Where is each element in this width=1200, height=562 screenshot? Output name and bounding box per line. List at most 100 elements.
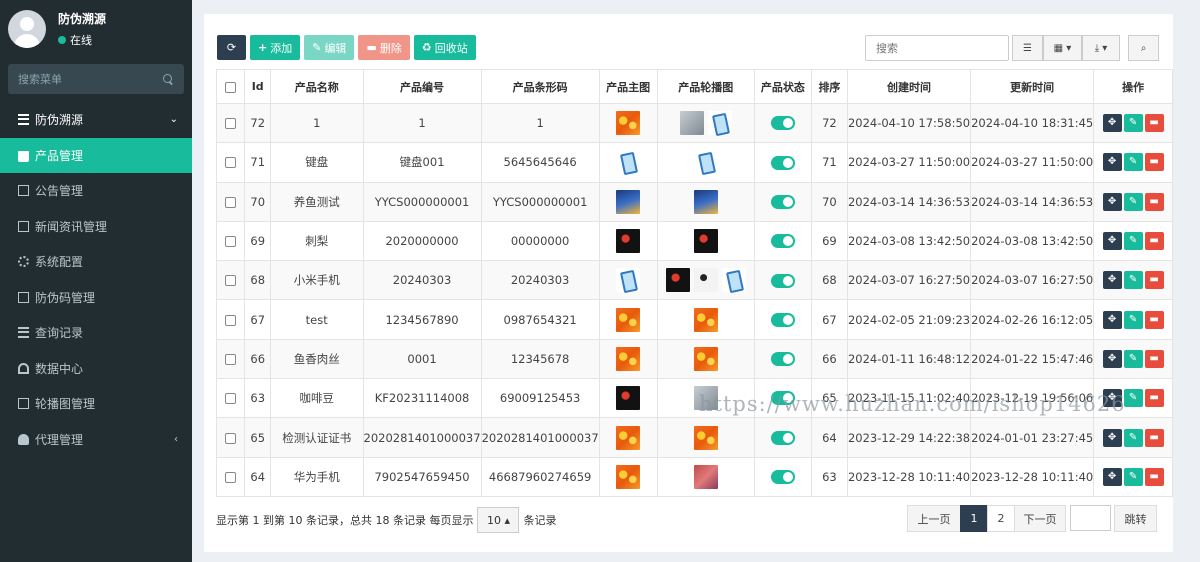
drag-button[interactable]: ✥	[1102, 467, 1122, 486]
row-edit-button[interactable]: ✎	[1123, 114, 1143, 133]
column-header[interactable]: 产品条形码	[480, 69, 600, 104]
add-button[interactable]: + 添加	[250, 35, 301, 60]
table-row[interactable]: 67 test 1234567890 0987654321 67 2024-02-05 2…	[215, 299, 1173, 340]
main-image-thumbnail[interactable]	[616, 150, 641, 175]
sidebar-search-input[interactable]: 搜索菜单	[8, 64, 184, 94]
table-row[interactable]: 66 鱼香肉丝 0001 12345678 66 2024-01-11 16:48:12 2…	[215, 338, 1173, 380]
carousel-thumbnail[interactable]	[693, 425, 718, 450]
avatar[interactable]	[8, 10, 46, 48]
main-image-thumbnail[interactable]	[616, 268, 641, 293]
sidebar-item-system-config[interactable]: 系统配置	[0, 244, 192, 280]
sidebar-item-products[interactable]: 产品管理	[0, 137, 192, 173]
sidebar-item-carousel[interactable]: 轮播图管理	[0, 386, 192, 422]
sidebar-item-anti-counterfeit[interactable]: 防伪溯源 ⌄	[0, 102, 192, 138]
sidebar-item-notices[interactable]: 公告管理	[0, 173, 192, 209]
status-toggle[interactable]	[770, 155, 795, 170]
table-row[interactable]: 64 华为手机 7902547659450 46687960274659 63 2023-…	[215, 456, 1173, 497]
table-row[interactable]: 65 检测认证证书 2020281401000037 2020281401000037…	[215, 417, 1173, 458]
search-icon[interactable]	[163, 73, 174, 85]
status-toggle[interactable]	[770, 234, 795, 249]
row-delete-button[interactable]: ▬	[1144, 310, 1164, 329]
main-image-thumbnail[interactable]	[616, 189, 641, 214]
row-checkbox[interactable]	[225, 393, 237, 405]
drag-button[interactable]: ✥	[1102, 114, 1122, 133]
jump-page-input[interactable]	[1070, 505, 1111, 531]
row-checkbox[interactable]	[225, 118, 237, 130]
row-checkbox[interactable]	[225, 471, 237, 483]
drag-button[interactable]: ✥	[1102, 389, 1122, 408]
drag-button[interactable]: ✥	[1102, 153, 1122, 172]
row-checkbox[interactable]	[225, 275, 237, 287]
row-edit-button[interactable]: ✎	[1123, 192, 1143, 211]
row-delete-button[interactable]: ▬	[1144, 428, 1164, 447]
main-image-thumbnail[interactable]	[616, 464, 641, 489]
main-image-thumbnail[interactable]	[616, 425, 641, 450]
row-checkbox[interactable]	[225, 236, 237, 248]
column-header[interactable]: 创建时间	[846, 69, 972, 104]
row-edit-button[interactable]: ✎	[1123, 310, 1143, 329]
status-toggle[interactable]	[770, 312, 795, 327]
toggle-view-button[interactable]: ☰	[1012, 35, 1043, 61]
page-1-button[interactable]: 1	[960, 505, 988, 532]
column-header[interactable]: 产品名称	[269, 69, 364, 104]
next-page-button[interactable]: 下一页	[1014, 505, 1066, 532]
row-edit-button[interactable]: ✎	[1123, 467, 1143, 486]
drag-button[interactable]: ✥	[1102, 428, 1122, 447]
page-scrollbar[interactable]	[1186, 0, 1200, 562]
carousel-thumbnail[interactable]	[693, 150, 718, 175]
sidebar-item-query-records[interactable]: 查询记录	[0, 315, 192, 351]
carousel-thumbnail[interactable]	[693, 229, 718, 254]
status-toggle[interactable]	[770, 430, 795, 445]
row-delete-button[interactable]: ▬	[1144, 389, 1164, 408]
column-header[interactable]: 更新时间	[970, 69, 1095, 104]
carousel-thumbnail[interactable]	[679, 111, 704, 136]
page-2-button[interactable]: 2	[987, 505, 1015, 532]
drag-button[interactable]: ✥	[1102, 349, 1122, 368]
recycle-bin-button[interactable]: ♻ 回收站	[413, 35, 476, 60]
carousel-thumbnail[interactable]	[693, 346, 718, 371]
sidebar-item-news[interactable]: 新闻资讯管理	[0, 209, 192, 245]
drag-button[interactable]: ✥	[1102, 310, 1122, 329]
drag-button[interactable]: ✥	[1102, 192, 1122, 211]
export-dropdown-button[interactable]: ⤓ ▾	[1082, 35, 1120, 61]
sidebar-item-agents[interactable]: 代理管理 ‹	[0, 422, 192, 458]
row-checkbox[interactable]	[225, 157, 237, 169]
select-all-checkbox[interactable]	[225, 81, 237, 93]
main-image-thumbnail[interactable]	[616, 229, 641, 254]
row-delete-button[interactable]: ▬	[1144, 153, 1164, 172]
row-checkbox[interactable]	[225, 353, 237, 365]
table-row[interactable]: 70 养鱼测试 YYCS000000001 YYCS000000001 70 2024-0…	[215, 181, 1173, 222]
jump-button[interactable]: 跳转	[1114, 505, 1157, 532]
drag-button[interactable]: ✥	[1102, 271, 1122, 290]
table-row[interactable]: 72 1 1 1 72 2024-04-10 17:58:50 2024-04-10 18:…	[215, 102, 1173, 144]
delete-button[interactable]: ▬ 删除	[358, 35, 410, 60]
status-toggle[interactable]	[770, 352, 795, 367]
row-edit-button[interactable]: ✎	[1123, 349, 1143, 368]
sidebar-item-code-management[interactable]: 防伪码管理	[0, 280, 192, 316]
status-toggle[interactable]	[770, 116, 795, 131]
row-delete-button[interactable]: ▬	[1144, 271, 1164, 290]
column-header[interactable]: Id	[244, 69, 271, 104]
columns-dropdown-button[interactable]: ▦ ▾	[1043, 35, 1082, 61]
table-row[interactable]: 63 咖啡豆 KF20231114008 69009125453 65 2023-11-1…	[215, 378, 1173, 419]
main-image-thumbnail[interactable]	[616, 111, 641, 136]
main-image-thumbnail[interactable]	[616, 386, 641, 411]
status-toggle[interactable]	[770, 470, 795, 485]
carousel-thumbnail[interactable]	[693, 386, 718, 411]
prev-page-button[interactable]: 上一页	[907, 505, 961, 532]
table-row[interactable]: 68 小米手机 20240303 20240303 68 2024-03-07 16:27…	[215, 260, 1173, 301]
status-toggle[interactable]	[770, 391, 795, 406]
row-edit-button[interactable]: ✎	[1123, 153, 1143, 172]
column-header[interactable]: 产品编号	[362, 69, 482, 104]
row-delete-button[interactable]: ▬	[1144, 467, 1164, 486]
row-edit-button[interactable]: ✎	[1123, 389, 1143, 408]
drag-button[interactable]: ✥	[1102, 232, 1122, 251]
carousel-thumbnail[interactable]	[707, 111, 732, 136]
status-toggle[interactable]	[770, 273, 795, 288]
row-checkbox[interactable]	[225, 196, 237, 208]
table-row[interactable]: 69 刺梨 2020000000 00000000 69 2024-03-08 13:42…	[215, 220, 1173, 262]
table-row[interactable]: 71 键盘 键盘001 5645645646 71 2024-03-27 11:50:00…	[215, 142, 1173, 183]
sidebar-item-data-center[interactable]: 数据中心	[0, 351, 192, 387]
carousel-thumbnail[interactable]	[693, 268, 718, 293]
carousel-thumbnail[interactable]	[693, 464, 718, 489]
